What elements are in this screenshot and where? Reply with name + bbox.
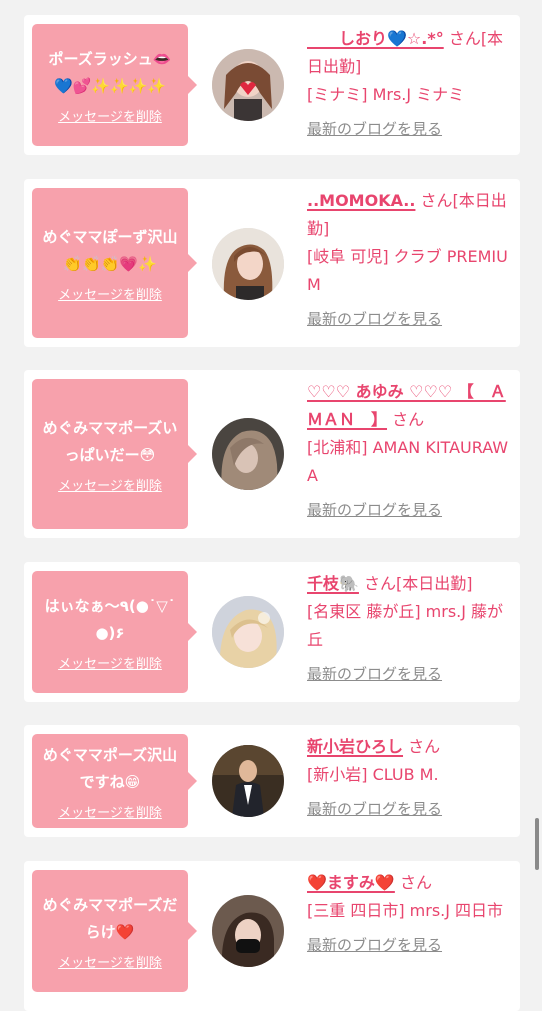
avatar[interactable] <box>212 418 284 490</box>
sender-info: 新小岩ひろし さん [新小岩] CLUB M. 最新のブログを見る <box>307 733 514 823</box>
sender-suffix: さん <box>408 737 441 756</box>
sender-name-link[interactable]: しおり💙☆.*° <box>307 29 444 48</box>
message-text: めぐみママポーズいっぱいだー😳 <box>42 418 178 464</box>
latest-blog-link[interactable]: 最新のブログを見る <box>307 795 442 823</box>
sender-name-link[interactable]: 千枝🐘 <box>307 574 359 593</box>
message-bubble: めぐママポーズ沢山ですね😁 メッセージを削除 <box>32 734 197 828</box>
message-bubble: めぐママぽーず沢山👏👏👏💗✨ メッセージを削除 <box>32 188 197 338</box>
message-text: ポーズラッシュ👄💙💕✨✨✨✨ <box>48 49 172 95</box>
message-bubble: ポーズラッシュ👄💙💕✨✨✨✨ メッセージを削除 <box>32 24 197 146</box>
message-card: めぐママポーズ沢山ですね😁 メッセージを削除 新小岩ひろし さん [新小岩] C… <box>24 725 520 837</box>
message-card: めぐママぽーず沢山👏👏👏💗✨ メッセージを削除 ..MOMOKA.. さん[本日… <box>24 179 520 347</box>
avatar[interactable] <box>212 49 284 121</box>
message-bubble: めぐみママポーズだらけ❤️ メッセージを削除 <box>32 870 197 992</box>
sender-info: 千枝🐘 さん[本日出勤] [名東区 藤が丘] mrs.J 藤が丘 最新のブログを… <box>307 570 514 688</box>
sender-name-link[interactable]: ..MOMOKA.. <box>307 191 415 210</box>
sender-name-link[interactable]: 新小岩ひろし <box>307 737 403 756</box>
delete-message-link[interactable]: メッセージを削除 <box>58 284 162 303</box>
delete-message-link[interactable]: メッセージを削除 <box>58 952 162 971</box>
sender-info: しおり💙☆.*° さん[本日出勤] [ミナミ] Mrs.J ミナミ 最新のブログ… <box>307 25 514 143</box>
latest-blog-link[interactable]: 最新のブログを見る <box>307 305 442 333</box>
sender-info: ..MOMOKA.. さん[本日出勤] [岐阜 可児] クラブ PREMIUM … <box>307 187 514 333</box>
shop-info: [三重 四日市] mrs.J 四日市 <box>307 901 504 920</box>
latest-blog-link[interactable]: 最新のブログを見る <box>307 496 442 524</box>
message-text: めぐママぽーず沢山👏👏👏💗✨ <box>42 227 178 273</box>
shop-info: [北浦和] AMAN KITAURAWA <box>307 438 509 485</box>
message-text: めぐママポーズ沢山ですね😁 <box>42 745 178 791</box>
sender-info: ❤️ますみ❤️ さん [三重 四日市] mrs.J 四日市 最新のブログを見る <box>307 869 514 959</box>
sender-suffix: さん <box>399 873 432 892</box>
sender-suffix: さん[本日出勤] <box>364 574 473 593</box>
shop-info: [新小岩] CLUB M. <box>307 765 439 784</box>
delete-message-link[interactable]: メッセージを削除 <box>58 802 162 821</box>
avatar[interactable] <box>212 895 284 967</box>
message-bubble: めぐみママポーズいっぱいだー😳 メッセージを削除 <box>32 379 197 529</box>
message-bubble: はぃなぁ〜٩(●˙▽˙●)۶ メッセージを削除 <box>32 571 197 693</box>
message-card: はぃなぁ〜٩(●˙▽˙●)۶ メッセージを削除 千枝🐘 さん[本日出勤] [名東… <box>24 562 520 702</box>
sender-name-link[interactable]: ❤️ますみ❤️ <box>307 873 395 892</box>
message-card: ポーズラッシュ👄💙💕✨✨✨✨ メッセージを削除 しおり💙☆.*° さん[本日出勤… <box>24 15 520 155</box>
avatar[interactable] <box>212 745 284 817</box>
avatar[interactable] <box>212 228 284 300</box>
shop-info: [岐阜 可児] クラブ PREMIUM <box>307 247 508 294</box>
shop-info: [ミナミ] Mrs.J ミナミ <box>307 85 465 104</box>
message-text: はぃなぁ〜٩(●˙▽˙●)۶ <box>44 596 176 642</box>
sender-info: ♡♡♡ あゆみ ♡♡♡ 【 ＡＭＡＮ 】 さん [北浦和] AMAN KITAU… <box>307 378 514 524</box>
scrollbar[interactable] <box>535 818 539 870</box>
delete-message-link[interactable]: メッセージを削除 <box>58 106 162 125</box>
delete-message-link[interactable]: メッセージを削除 <box>58 653 162 672</box>
shop-info: [名東区 藤が丘] mrs.J 藤が丘 <box>307 602 504 649</box>
message-card: めぐみママポーズだらけ❤️ メッセージを削除 ❤️ますみ❤️ さん [三重 四日… <box>24 861 520 1011</box>
message-card: めぐみママポーズいっぱいだー😳 メッセージを削除 ♡♡♡ あゆみ ♡♡♡ 【 Ａ… <box>24 370 520 538</box>
delete-message-link[interactable]: メッセージを削除 <box>58 475 162 494</box>
sender-suffix: さん <box>392 410 425 429</box>
avatar[interactable] <box>212 596 284 668</box>
latest-blog-link[interactable]: 最新のブログを見る <box>307 931 442 959</box>
latest-blog-link[interactable]: 最新のブログを見る <box>307 660 442 688</box>
message-text: めぐみママポーズだらけ❤️ <box>42 895 178 941</box>
latest-blog-link[interactable]: 最新のブログを見る <box>307 115 442 143</box>
